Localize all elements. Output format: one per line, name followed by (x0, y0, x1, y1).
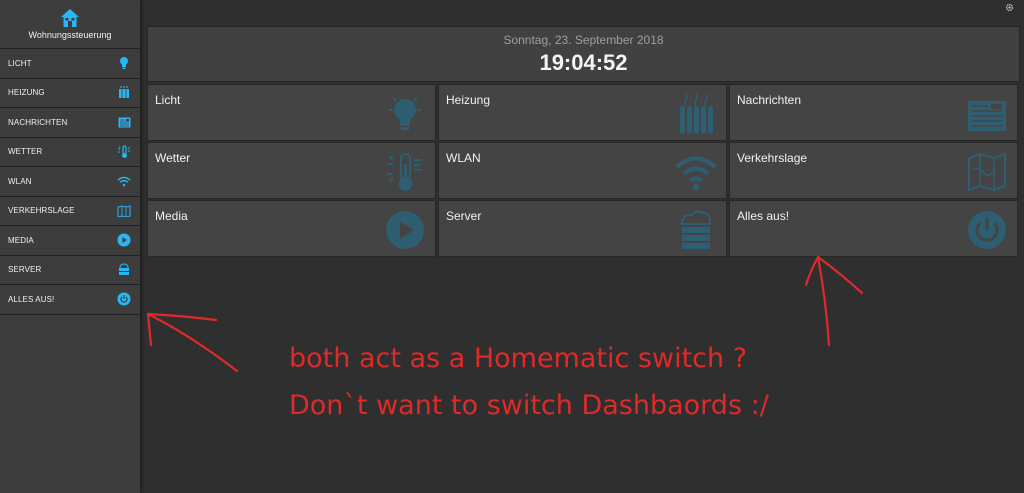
annotation-line-2: Don`t want to switch Dashbaords :/ (289, 390, 769, 421)
annotation-line-1: both act as a Homematic switch ? (289, 343, 748, 374)
